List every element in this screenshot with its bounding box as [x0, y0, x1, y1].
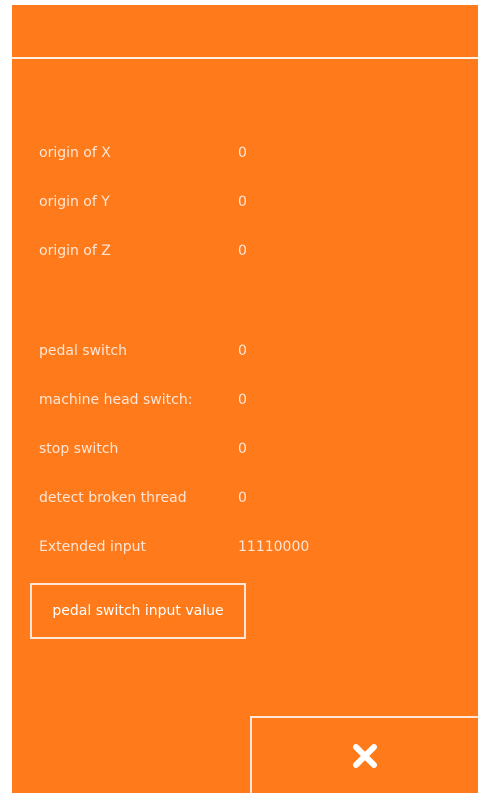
- extended-input-row: Extended input 11110000: [12, 537, 478, 557]
- origin-x-label: origin of X: [39, 145, 111, 161]
- stop-switch-row: stop switch 0: [12, 439, 478, 459]
- origin-y-label: origin of Y: [39, 194, 110, 210]
- machine-head-switch-value: 0: [238, 392, 247, 408]
- pedal-switch-input-value-button[interactable]: pedal switch input value: [30, 583, 246, 639]
- stop-switch-value: 0: [238, 441, 247, 457]
- extended-input-label: Extended input: [39, 539, 146, 555]
- machine-head-switch-label: machine head switch:: [39, 392, 193, 408]
- origin-y-value: 0: [238, 194, 247, 210]
- header-divider: [12, 57, 478, 59]
- pedal-switch-label: pedal switch: [39, 343, 127, 359]
- extended-input-value: 11110000: [238, 539, 310, 555]
- origin-z-value: 0: [238, 243, 247, 259]
- machine-head-switch-row: machine head switch: 0: [12, 390, 478, 410]
- origin-z-label: origin of Z: [39, 243, 111, 259]
- pedal-switch-input-value-label: pedal switch input value: [52, 603, 224, 619]
- origin-x-value: 0: [238, 145, 247, 161]
- pedal-switch-value: 0: [238, 343, 247, 359]
- origin-z-row: origin of Z 0: [12, 241, 478, 261]
- close-icon: [349, 740, 381, 772]
- detect-broken-thread-value: 0: [238, 490, 247, 506]
- detect-broken-thread-row: detect broken thread 0: [12, 488, 478, 508]
- detect-broken-thread-label: detect broken thread: [39, 490, 187, 506]
- io-status-panel: origin of X 0 origin of Y 0 origin of Z …: [12, 5, 478, 793]
- close-button[interactable]: [250, 716, 478, 793]
- origin-y-row: origin of Y 0: [12, 192, 478, 212]
- pedal-switch-row: pedal switch 0: [12, 341, 478, 361]
- stop-switch-label: stop switch: [39, 441, 119, 457]
- origin-x-row: origin of X 0: [12, 143, 478, 163]
